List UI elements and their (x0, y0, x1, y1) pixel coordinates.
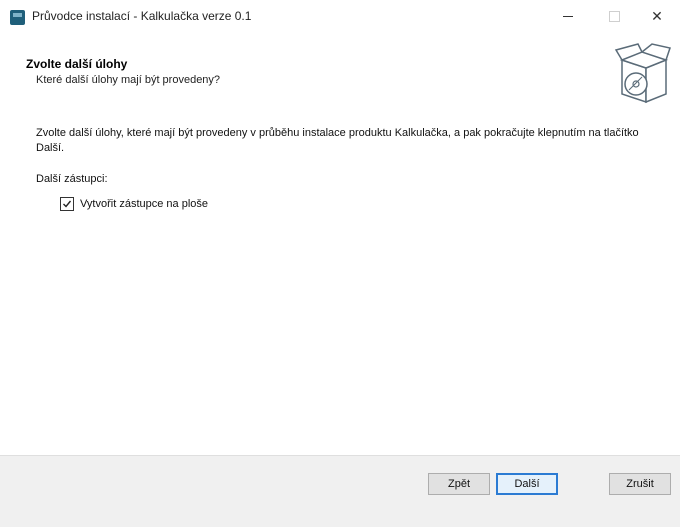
app-icon (10, 10, 25, 25)
shortcuts-group-label: Další zástupci: (36, 173, 108, 185)
back-button[interactable]: Zpět (428, 473, 490, 495)
desktop-shortcut-task[interactable]: Vytvořit zástupce na ploše (60, 196, 208, 212)
description-text: Zvolte další úlohy, které mají být prove… (36, 127, 639, 154)
minimize-icon (563, 15, 573, 17)
maximize-icon (608, 10, 620, 22)
minimize-button[interactable] (545, 0, 591, 32)
checkmark-icon (63, 200, 72, 208)
wizard-footer: Zpět Další Zrušit (0, 455, 680, 527)
close-icon: ✕ (651, 7, 663, 24)
maximize-button (591, 0, 637, 32)
desktop-shortcut-checkbox[interactable] (60, 197, 74, 211)
close-button[interactable]: ✕ (634, 0, 680, 32)
window-title: Průvodce instalací - Kalkulačka verze 0.… (32, 9, 252, 23)
wizard-header: Zvolte další úlohy Které další úlohy maj… (0, 32, 680, 112)
setup-box-icon (614, 43, 671, 104)
desktop-shortcut-label[interactable]: Vytvořit zástupce na ploše (80, 198, 208, 210)
page-subtitle: Které další úlohy mají být provedeny? (36, 74, 221, 86)
wizard-content: Zvolte další úlohy, které mají být prove… (0, 112, 680, 455)
page-title: Zvolte další úlohy (26, 57, 128, 71)
cancel-button[interactable]: Zrušit (609, 473, 671, 495)
title-bar[interactable]: Průvodce instalací - Kalkulačka verze 0.… (0, 0, 680, 32)
next-button[interactable]: Další (496, 473, 558, 495)
